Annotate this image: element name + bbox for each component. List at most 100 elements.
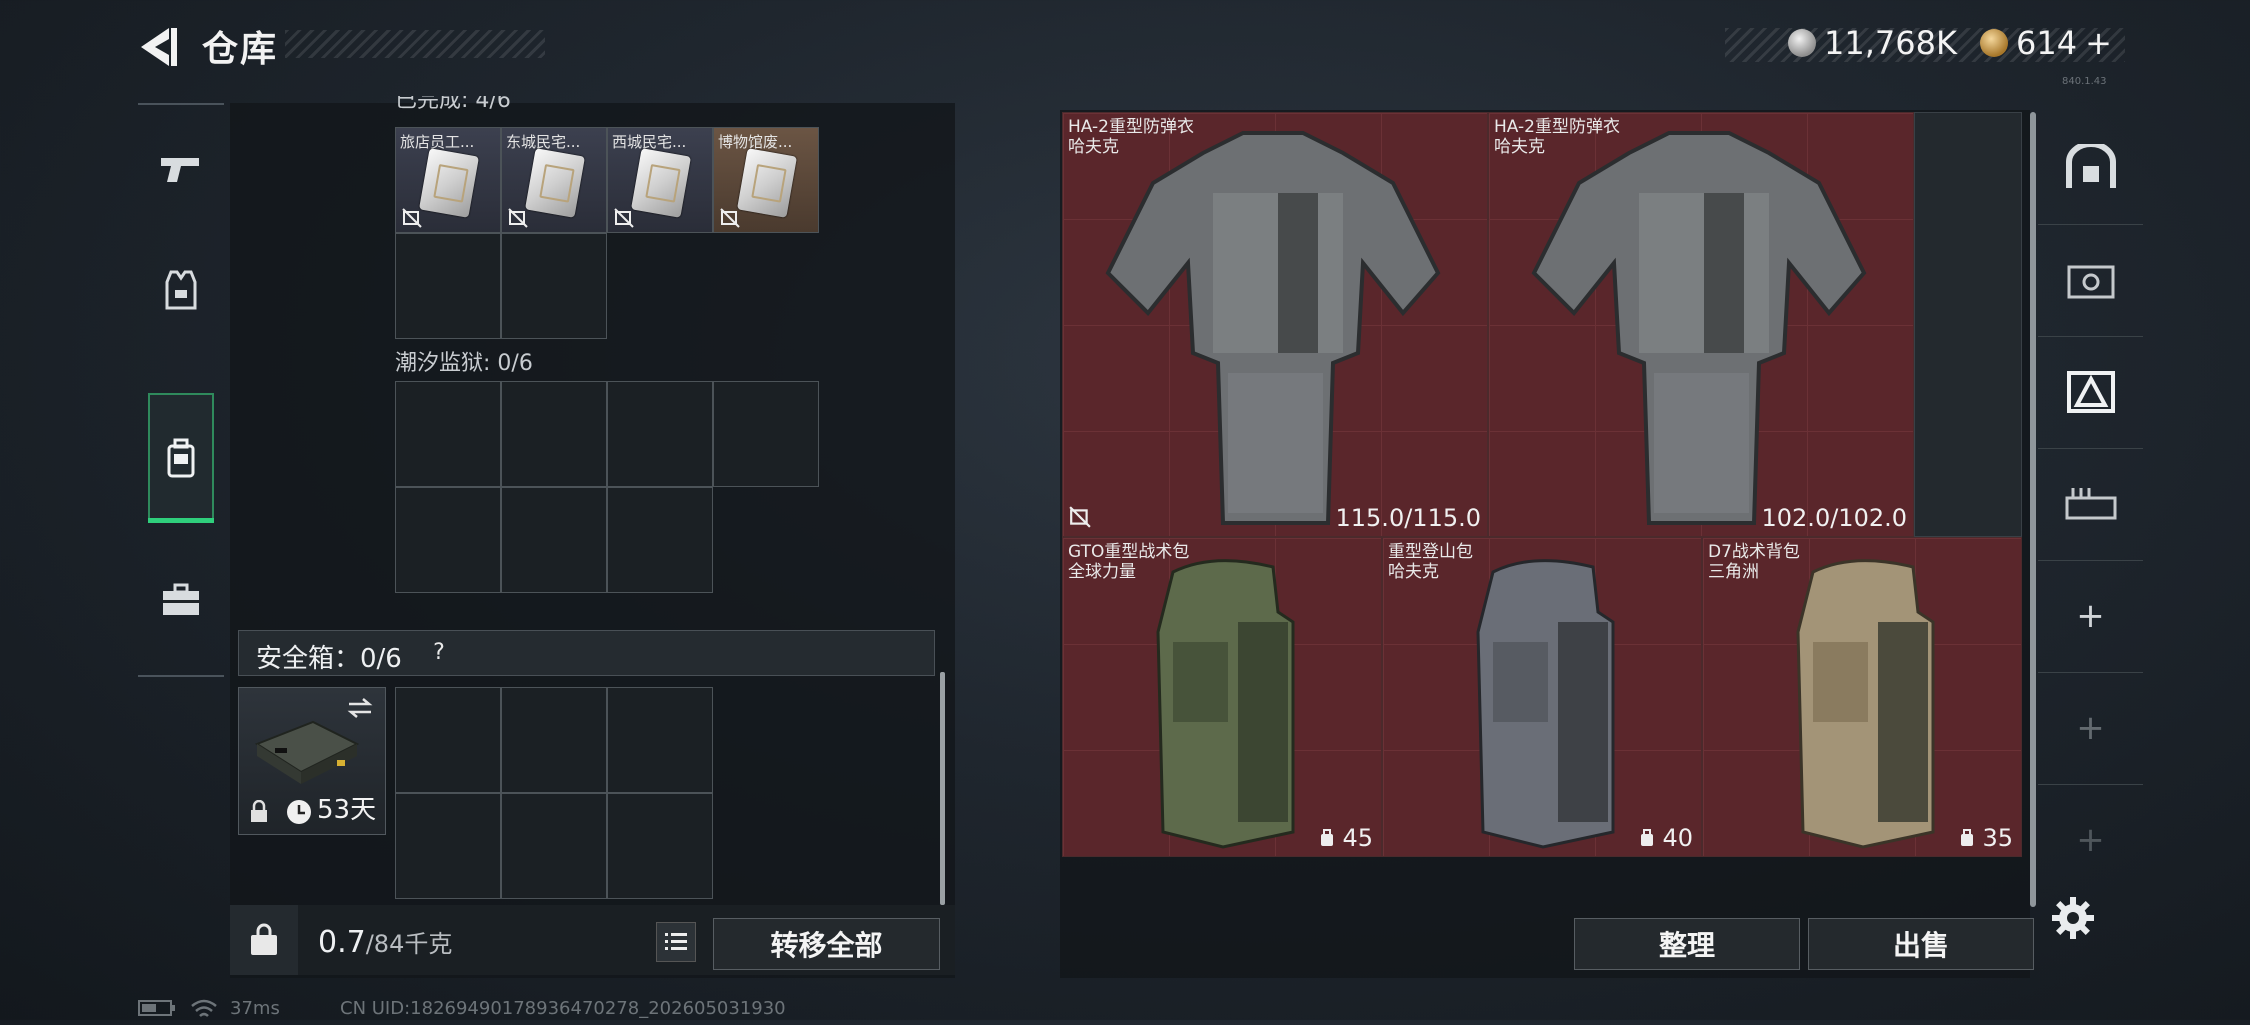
keycard-label: 旅店员工... bbox=[400, 133, 475, 151]
no-trade-icon bbox=[402, 208, 422, 228]
keycard-label: 博物馆废... bbox=[718, 133, 793, 151]
settings-button[interactable] bbox=[2050, 895, 2096, 941]
add-stash-tab-button[interactable]: + bbox=[2038, 560, 2143, 673]
sell-button[interactable]: 出售 bbox=[1808, 918, 2034, 970]
vest-icon bbox=[165, 270, 197, 310]
list-view-button[interactable] bbox=[656, 922, 696, 962]
stash-tab-home[interactable] bbox=[2038, 112, 2143, 225]
nav-backpack[interactable] bbox=[148, 393, 214, 523]
weight-readout: 0.7/84千克 bbox=[318, 924, 452, 960]
empty-slot[interactable] bbox=[501, 687, 607, 793]
keycard-label: 西城民宅... bbox=[612, 133, 687, 151]
keycard-icon bbox=[524, 148, 586, 218]
back-arrow-icon bbox=[141, 28, 177, 66]
weight-max: /84千克 bbox=[365, 930, 453, 958]
keycard-slot[interactable]: 旅店员工... bbox=[395, 127, 501, 233]
safebox-grid bbox=[395, 687, 715, 901]
bag-icon bbox=[1961, 829, 1974, 846]
silver-amount: 11,768K bbox=[1824, 24, 1957, 62]
nav-briefcase[interactable] bbox=[138, 545, 224, 655]
empty-slot[interactable] bbox=[501, 487, 607, 593]
safebox-label: 安全箱：0/6 bbox=[256, 644, 402, 674]
stash-item-backpack-mountain[interactable]: 重型登山包 哈夫克 40 bbox=[1382, 537, 1702, 857]
add-gold-button[interactable]: + bbox=[2085, 24, 2112, 62]
empty-slot[interactable] bbox=[501, 233, 607, 339]
empty-slot[interactable] bbox=[395, 793, 501, 899]
page-title: 仓库 bbox=[202, 29, 279, 70]
pistol-icon bbox=[161, 158, 199, 182]
gold-coin-icon bbox=[1980, 29, 2008, 57]
empty-slot[interactable] bbox=[607, 687, 713, 793]
vault-icon bbox=[2065, 144, 2116, 188]
safebox-item[interactable]: 53天 bbox=[238, 687, 386, 835]
stash-scrollbar[interactable] bbox=[2030, 112, 2036, 907]
weight-lock-button[interactable] bbox=[230, 905, 298, 975]
keycard-icon bbox=[630, 148, 692, 218]
list-icon bbox=[665, 933, 687, 950]
stash-item-vest-2[interactable]: HA-2重型防弹衣 哈夫克 102.0/102.0 bbox=[1488, 112, 1914, 537]
nav-equipment[interactable] bbox=[138, 235, 224, 345]
empty-slot[interactable] bbox=[607, 381, 713, 487]
stash-item-backpack-d7[interactable]: D7战术背包 三角洲 35 bbox=[1702, 537, 2022, 857]
version-text: 840.1.43 bbox=[2062, 76, 2107, 87]
tide-prison-label: 潮汐监狱: 0/6 bbox=[395, 351, 533, 376]
stash-tab-4[interactable] bbox=[2038, 448, 2143, 561]
safe-case-icon bbox=[254, 720, 360, 784]
gold-amount: 614 bbox=[2016, 24, 2078, 62]
back-button[interactable] bbox=[135, 22, 185, 72]
wifi-icon bbox=[190, 998, 218, 1025]
backpack-icon bbox=[1476, 559, 1615, 849]
empty-slot[interactable] bbox=[607, 487, 713, 593]
item-name: D7战术背包 三角洲 bbox=[1708, 542, 1800, 582]
lock-icon bbox=[251, 800, 267, 822]
safebox-timer: 53天 bbox=[317, 795, 377, 825]
empty-slot[interactable] bbox=[395, 687, 501, 793]
keycard-icon bbox=[418, 148, 480, 218]
silver-coin-icon bbox=[1788, 29, 1816, 57]
clock-icon bbox=[287, 800, 311, 824]
organize-button[interactable]: 整理 bbox=[1574, 918, 1800, 970]
gold-currency[interactable]: 614 + bbox=[1980, 24, 2112, 62]
bag-icon bbox=[1321, 829, 1334, 846]
keycard-grid: 旅店员工... 东城民宅... 西城民宅... 博物馆废... bbox=[395, 127, 823, 341]
empty-slot[interactable] bbox=[501, 381, 607, 487]
left-scrollbar[interactable] bbox=[940, 672, 945, 905]
capacity-value: 45 bbox=[1318, 824, 1373, 852]
add-stash-tab-button-disabled[interactable]: + bbox=[2038, 784, 2143, 896]
left-nav bbox=[138, 103, 224, 677]
stash-tab-2[interactable] bbox=[2038, 224, 2143, 337]
empty-slot[interactable] bbox=[395, 487, 501, 593]
transfer-all-button[interactable]: 转移全部 bbox=[713, 918, 940, 970]
keycard-slot[interactable]: 东城民宅... bbox=[501, 127, 607, 233]
keycard-label: 东城民宅... bbox=[506, 133, 581, 151]
stash-item-backpack-gto[interactable]: GTO重型战术包 全球力量 45 bbox=[1062, 537, 1382, 857]
add-stash-tab-button-disabled[interactable]: + bbox=[2038, 672, 2143, 785]
backpack-icon bbox=[1156, 559, 1295, 849]
collection-label: 已完成: 4/6 bbox=[395, 96, 511, 110]
gear-icon bbox=[2052, 897, 2094, 939]
no-trade-icon bbox=[1069, 506, 1091, 528]
nav-weapons[interactable] bbox=[138, 115, 224, 225]
briefcase-icon bbox=[163, 583, 199, 615]
keycard-icon bbox=[736, 148, 798, 218]
empty-slot[interactable] bbox=[607, 793, 713, 899]
screen-case-icon bbox=[2067, 265, 2114, 299]
empty-slot[interactable] bbox=[395, 381, 501, 487]
keycard-slot[interactable]: 博物馆废... bbox=[713, 127, 819, 233]
keycard-slot[interactable]: 西城民宅... bbox=[607, 127, 713, 233]
empty-slot[interactable] bbox=[501, 793, 607, 899]
battery-icon bbox=[138, 998, 178, 1023]
stash-tab-3[interactable] bbox=[2038, 336, 2143, 449]
silver-currency: 11,768K bbox=[1788, 24, 1957, 62]
empty-slot[interactable] bbox=[395, 233, 501, 339]
ammo-rack-icon bbox=[2065, 488, 2116, 520]
weight-icon bbox=[251, 923, 277, 955]
empty-slot[interactable] bbox=[1914, 112, 2022, 537]
swap-icon[interactable] bbox=[345, 696, 375, 720]
durability-value: 102.0/102.0 bbox=[1761, 504, 1908, 532]
stash-item-vest-1[interactable]: HA-2重型防弹衣 哈夫克 115.0/115.0 bbox=[1062, 112, 1488, 537]
capacity-value: 35 bbox=[1958, 824, 2013, 852]
help-button[interactable]: ? bbox=[424, 638, 454, 668]
empty-slot[interactable] bbox=[713, 381, 819, 487]
right-nav: + + + bbox=[2038, 112, 2143, 962]
